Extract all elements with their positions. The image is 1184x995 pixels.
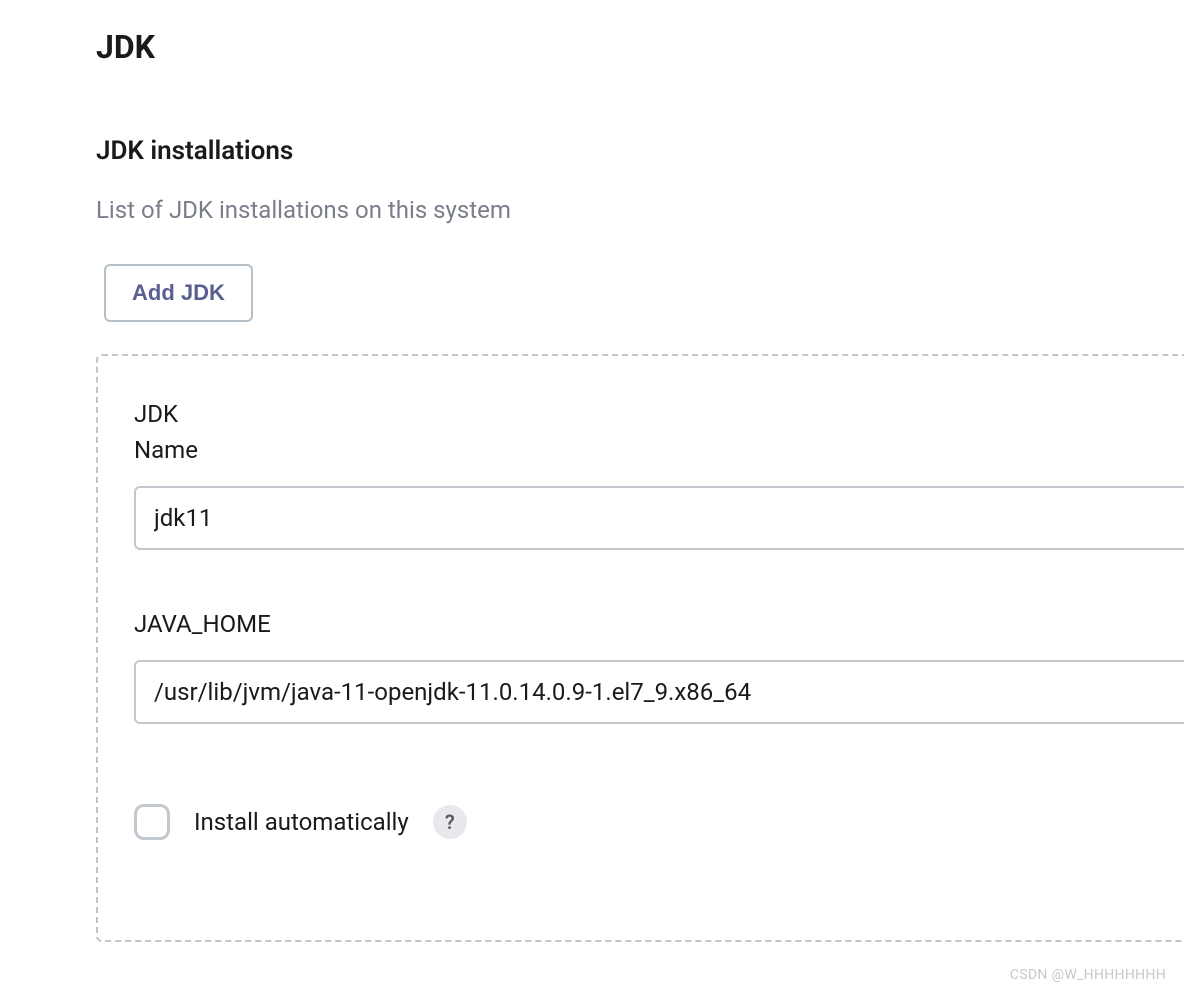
java-home-input[interactable] <box>134 660 1184 724</box>
install-auto-label: Install automatically <box>194 808 409 836</box>
java-home-label: JAVA_HOME <box>134 610 1184 638</box>
section-description: List of JDK installations on this system <box>96 196 1184 224</box>
watermark: CSDN @W_HHHHHHHH <box>1010 967 1166 983</box>
name-input[interactable] <box>134 486 1184 550</box>
name-field-label: Name <box>134 436 1184 464</box>
jdk-entry-panel: JDK Name JAVA_HOME Install automatically… <box>96 354 1184 942</box>
help-icon[interactable]: ? <box>433 805 467 839</box>
jdk-group-label: JDK <box>134 400 1184 428</box>
section-title: JDK installations <box>96 136 1184 166</box>
install-auto-row: Install automatically ? <box>134 804 1184 840</box>
page-title: JDK <box>96 28 1184 66</box>
install-auto-checkbox[interactable] <box>134 804 170 840</box>
add-jdk-button[interactable]: Add JDK <box>104 264 253 322</box>
